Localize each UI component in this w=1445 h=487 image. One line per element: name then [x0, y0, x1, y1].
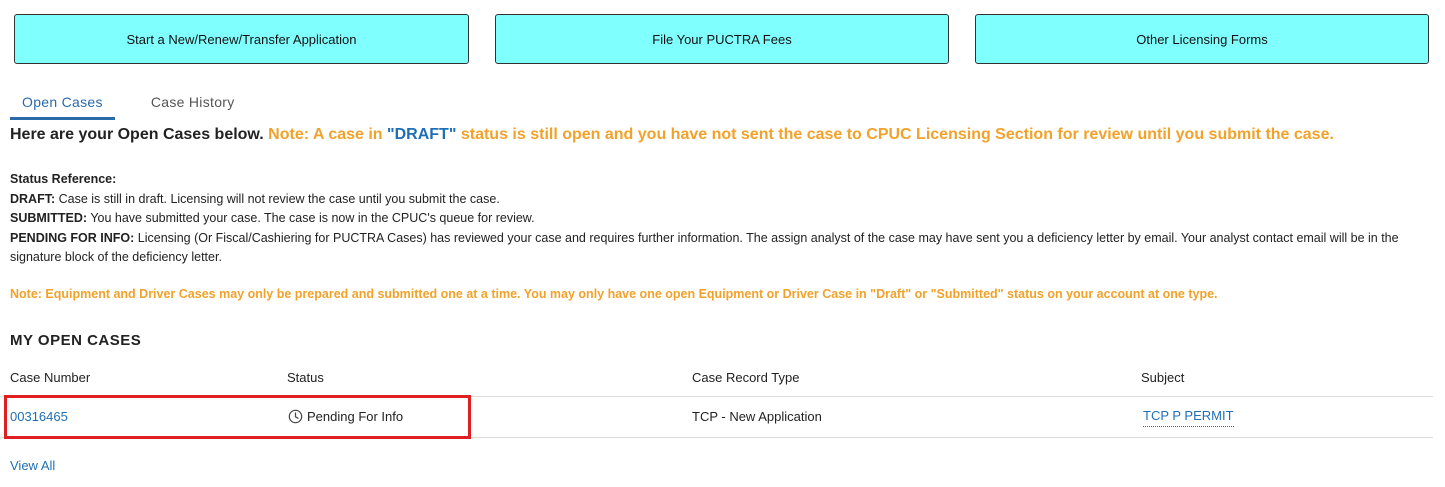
pending-label: PENDING FOR INFO:: [10, 230, 135, 245]
equipment-note: Note: Equipment and Driver Cases may onl…: [10, 287, 1218, 301]
case-status: Pending For Info: [288, 409, 403, 427]
heading-draft-word: "DRAFT": [387, 126, 457, 143]
pending-text: Licensing (Or Fiscal/Cashiering for PUCT…: [10, 230, 1399, 265]
clock-icon: [288, 409, 303, 427]
draft-text: Case is still in draft. Licensing will n…: [55, 191, 500, 206]
tab-open-cases[interactable]: Open Cases: [10, 84, 115, 120]
open-cases-heading: Here are your Open Cases below. Note: A …: [10, 126, 1334, 144]
heading-main: Here are your Open Cases below.: [10, 126, 269, 143]
heading-note-prefix: Note: A case in: [268, 126, 388, 143]
status-reference: Status Reference: DRAFT: Case is still i…: [10, 170, 1435, 268]
case-subject-link[interactable]: TCP P PERMIT: [1143, 408, 1234, 427]
new-application-button[interactable]: Start a New/Renew/Transfer Application: [14, 14, 469, 64]
column-header-case-number: Case Number: [10, 370, 91, 385]
case-status-label: Pending For Info: [307, 409, 404, 424]
view-all-link[interactable]: View All: [10, 458, 55, 473]
heading-note-suffix: status is still open and you have not se…: [456, 126, 1334, 143]
tab-case-history[interactable]: Case History: [139, 84, 247, 120]
column-header-subject: Subject: [1141, 370, 1185, 385]
file-fees-button[interactable]: File Your PUCTRA Fees: [495, 14, 949, 64]
submitted-text: You have submitted your case. The case i…: [87, 211, 535, 225]
column-header-status: Status: [287, 370, 324, 385]
column-header-record-type: Case Record Type: [692, 370, 800, 385]
submitted-label: SUBMITTED:: [10, 211, 88, 225]
case-tabs: Open Cases Case History: [10, 84, 247, 120]
status-reference-title: Status Reference:: [10, 172, 117, 186]
draft-label: DRAFT:: [10, 191, 56, 206]
case-record-type: TCP - New Application: [692, 409, 822, 424]
table-row: 00316465 Pending For Info TCP - New Appl…: [0, 396, 1433, 438]
other-forms-button[interactable]: Other Licensing Forms: [975, 14, 1429, 64]
my-open-cases-title: MY OPEN CASES: [10, 332, 142, 349]
case-number-link[interactable]: 00316465: [10, 409, 68, 424]
